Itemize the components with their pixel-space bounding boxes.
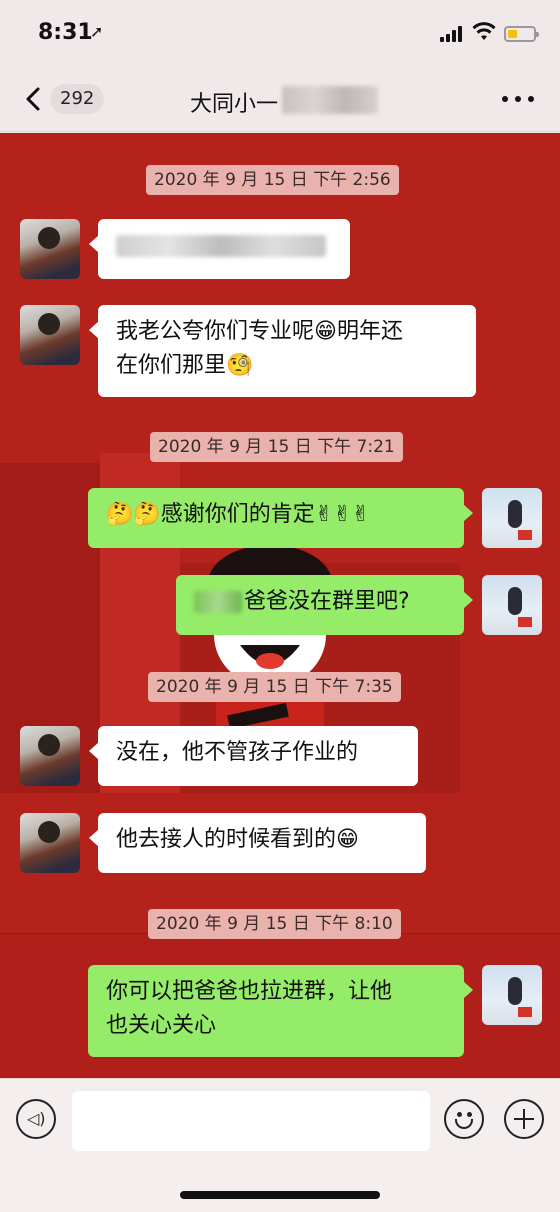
avatar[interactable] [20,726,80,786]
timestamp: 2020 年 9 月 15 日 下午 7:35 [148,672,401,702]
message-text: 在你们那里 [116,353,227,378]
avatar[interactable] [482,575,542,635]
grinning-emoji: 😁 [336,827,359,852]
wifi-icon [472,22,496,40]
monocle-emoji: 🧐 [226,353,254,378]
avatar[interactable] [20,305,80,365]
redacted-message-text [116,235,326,257]
chevron-left-icon[interactable] [22,86,44,112]
timestamp: 2020 年 9 月 15 日 下午 8:10 [148,909,401,939]
more-dots-icon[interactable] [502,96,534,104]
chat-header: 292 大同小一 [0,66,560,132]
message-text: 我老公夸你们专业呢 [116,319,315,344]
message-text: 感谢你们的肯定 [160,502,315,527]
message-text: 也关心关心 [106,1013,217,1038]
status-time: 8:31 [38,20,93,45]
message-bubble-incoming[interactable]: 我老公夸你们专业呢😁明年还 在你们那里🧐 [89,305,476,397]
plus-icon[interactable] [504,1099,544,1139]
mascot-illustration [208,545,332,743]
redacted-name [194,591,242,613]
unread-count-badge[interactable]: 292 [50,84,105,114]
voice-icon[interactable]: ◁) [16,1099,56,1139]
emoji-face-icon[interactable] [444,1099,484,1139]
avatar[interactable] [20,219,80,279]
message-input[interactable] [72,1091,430,1151]
status-bar: 8:31 ➚ [0,0,560,66]
avatar[interactable] [20,813,80,873]
chat-title: 大同小一 [190,92,279,117]
message-bubble-outgoing[interactable]: 你可以把爸爸也拉进群，让他 也关心关心 [88,965,473,1057]
message-bubble-incoming[interactable]: 没在，他不管孩子作业的 [89,726,418,786]
victory-hand-emoji: ✌✌✌ [314,502,371,527]
message-bubble-outgoing[interactable]: 爸爸没在群里吧? [176,575,473,635]
message-bubble-incoming[interactable]: 他去接人的时候看到的😁 [89,813,426,873]
cellular-signal-icon [440,26,466,42]
message-text: 明年还 [336,319,403,344]
thinking-emoji: 🤔🤔 [106,502,161,527]
location-arrow-icon: ➚ [90,22,104,41]
input-bar: ◁) [0,1078,560,1212]
timestamp: 2020 年 9 月 15 日 下午 7:21 [150,432,403,462]
avatar[interactable] [482,488,542,548]
message-bubble-outgoing[interactable]: 🤔🤔感谢你们的肯定✌✌✌ [88,488,473,548]
message-text: 你可以把爸爸也拉进群，让他 [106,979,393,1004]
message-text: 没在，他不管孩子作业的 [116,740,359,765]
battery-icon [504,26,539,42]
avatar[interactable] [482,965,542,1025]
grinning-emoji: 😁 [314,319,337,344]
chat-area[interactable]: 2020 年 9 月 15 日 下午 2:56 我老公夸你们专业呢😁明年还 在你… [0,133,560,1078]
message-text: 爸爸没在群里吧? [244,589,410,614]
redacted-title-part [282,86,378,114]
timestamp: 2020 年 9 月 15 日 下午 2:56 [146,165,399,195]
message-text: 他去接人的时候看到的 [116,827,337,852]
message-bubble-incoming[interactable] [89,219,350,279]
home-indicator[interactable] [180,1191,380,1199]
